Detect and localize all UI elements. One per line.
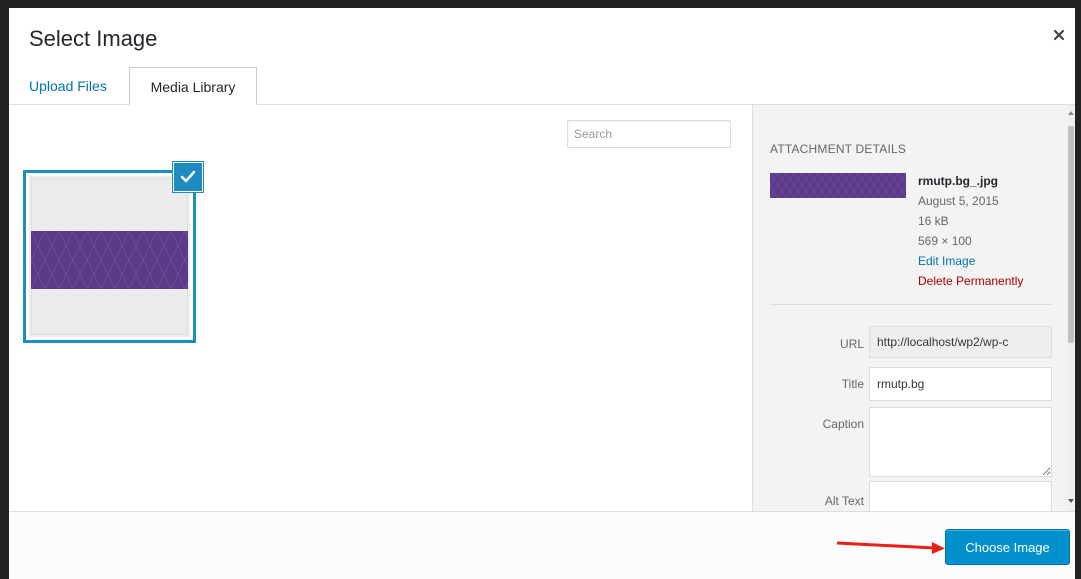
url-label: URL (839, 337, 864, 351)
checkmark-icon (180, 170, 196, 183)
attachment-details-heading: ATTACHMENT DETAILS (770, 142, 907, 156)
scroll-up-arrow-icon[interactable] (1068, 111, 1074, 115)
close-icon[interactable] (1052, 28, 1068, 44)
choose-image-button[interactable]: Choose Image (945, 529, 1070, 565)
alt-text-label: Alt Text (824, 494, 864, 508)
upload-date: August 5, 2015 (918, 194, 999, 208)
caption-field[interactable] (869, 407, 1052, 477)
title-field[interactable] (869, 367, 1052, 401)
image-dimensions: 569 × 100 (918, 234, 972, 248)
file-size: 16 kB (918, 214, 949, 228)
detail-thumbnail-image (770, 173, 906, 198)
scrollbar-thumb[interactable] (1068, 126, 1074, 343)
media-modal: Select Image Upload Files Media Library (9, 8, 1075, 579)
attachment-thumbnail[interactable] (23, 170, 196, 343)
attachment-details-sidebar: ATTACHMENT DETAILS rmutp.bg_.jpg August … (752, 105, 1075, 511)
selected-check-button[interactable] (174, 163, 202, 191)
annotation-arrow-icon (836, 541, 945, 554)
attachment-meta: rmutp.bg_.jpg August 5, 2015 16 kB 569 ×… (918, 171, 1023, 291)
details-divider (770, 304, 1052, 305)
thumbnail-image (31, 231, 188, 289)
tab-media-library[interactable]: Media Library (129, 67, 257, 105)
filename: rmutp.bg_.jpg (918, 174, 998, 188)
title-label: Title (841, 377, 864, 391)
tab-upload-files[interactable]: Upload Files (29, 67, 125, 105)
background-window-edge-top (0, 0, 1081, 8)
search-input[interactable] (567, 120, 731, 148)
alt-text-field[interactable] (869, 481, 1052, 511)
edit-image-link[interactable]: Edit Image (918, 251, 1023, 271)
attachment-preview (31, 178, 188, 335)
scroll-down-arrow-icon[interactable] (1068, 499, 1074, 503)
caption-label: Caption (822, 417, 864, 431)
delete-permanently-link[interactable]: Delete Permanently (918, 271, 1023, 291)
background-window-edge-right (1075, 0, 1081, 579)
modal-title: Select Image (29, 26, 158, 51)
url-field[interactable] (869, 326, 1052, 358)
background-window-edge-left (0, 0, 9, 579)
